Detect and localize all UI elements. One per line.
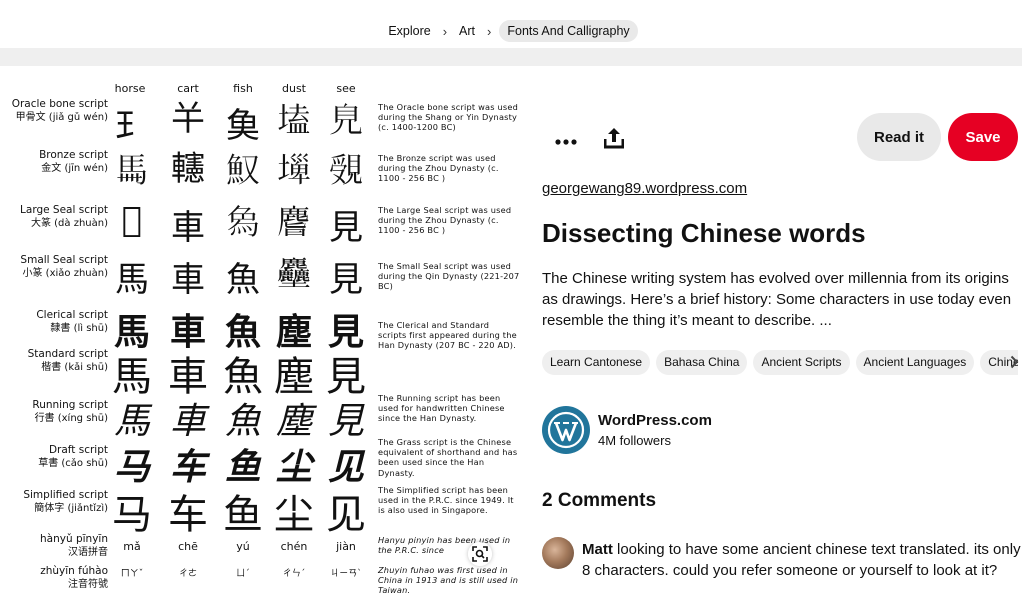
script-row-label: Running script 行書 (xíng shū) [32,399,108,424]
script-row-label: Draft script 草書 (cǎo shū) [38,444,108,469]
glyph: 𡏖 [277,101,311,141]
breadcrumb-explore[interactable]: Explore [384,20,434,42]
tag-chip[interactable]: Bahasa China [656,350,748,375]
glyph: 魚 [224,401,261,442]
script-description: The Oracle bone script was used during t… [378,102,518,133]
script-description: The Grass script is the Chinese equivale… [378,437,518,478]
script-description: The Simplified script has been used in t… [378,485,514,516]
glyph: ㄩˊ [236,569,250,579]
glyph: 𩵋 [226,106,260,146]
glyph: 塵 [275,401,312,442]
follower-count: 4M followers [598,433,671,448]
glyph: ㄐㄧㄢˋ [330,569,362,579]
glyph: 𤉢 [226,203,260,243]
glyph: yú [236,540,250,553]
share-upload-icon[interactable] [594,118,634,158]
chevron-right-icon: › [442,23,448,39]
breadcrumb-bar: Explore › Art › Fonts And Calligraphy [0,0,1022,48]
script-row-label: Standard script 楷書 (kǎi shū) [27,348,108,373]
breadcrumb-fonts-and-calligraphy[interactable]: Fonts And Calligraphy [499,20,638,42]
glyph: mǎ [123,540,141,553]
glyph: ㄇㄚˇ [120,569,144,579]
glyph: 見 [327,401,364,442]
creator-name[interactable]: WordPress.com [598,412,712,429]
breadcrumb: Explore › Art › Fonts And Calligraphy [0,20,1022,42]
script-row-label: hànyǔ pīnyīn 汉语拼音 [40,533,108,558]
glyph: ㄔㄣˊ [282,569,306,579]
comment-item: Matt looking to have some ancient chines… [582,539,1022,581]
glyph: 馬 [115,260,149,300]
glyph: 𢆉 [171,99,205,139]
tag-list: Learn Cantonese Bahasa China Ancient Scr… [542,350,1018,376]
glyph: 车 [168,492,208,538]
script-description: Zhuyin fuhao was first used in China in … [378,565,519,596]
tag-chip[interactable]: Learn Cantonese [542,350,651,375]
glyph: 𧠆 [329,101,363,141]
script-row-label: zhùyīn fúhào 注音符號 [40,565,108,590]
pin-image[interactable]: horse cart fish dust see Oracle bone scr… [0,66,528,608]
glyph: chē [178,540,198,553]
glyph: 𧡓 [329,151,363,191]
comments-header[interactable]: 2 Comments [542,490,656,512]
chevron-right-icon: › [487,23,492,39]
ellipsis-icon[interactable] [546,122,586,162]
script-description: The Small Seal script was used during th… [378,261,520,292]
column-header: horse [114,82,146,95]
script-row-label: Clerical script 隸書 (lì shū) [36,309,108,334]
glyph: 见 [326,492,366,538]
column-header: cart [177,82,199,95]
script-row-label: Large Seal script 大篆 (dà zhuàn) [20,204,108,229]
glyph: 車 [169,401,206,442]
save-button[interactable]: Save [948,113,1018,161]
script-description: The Large Seal script was used during th… [378,205,512,236]
glyph: 鱼 [223,492,263,538]
comment-text: looking to have some ancient chinese tex… [582,541,1021,579]
page-background [0,48,1022,66]
glyph: chén [280,540,308,553]
glyph: 𪋻 [277,255,311,295]
glyph: 𪊨 [277,203,311,243]
pin-description: The Chinese writing system has evolved o… [542,270,1012,329]
script-description: The Bronze script was used during the Zh… [378,153,499,184]
glyph: 車 [171,260,205,300]
glyph: 尘 [274,492,314,538]
glyph: 車 [171,208,205,248]
glyph: 見 [329,208,363,248]
glyph: 𩡧 [115,151,149,191]
glyph: 馬 [113,401,150,442]
comment-author[interactable]: Matt [582,541,613,558]
glyph: 𤣩 [115,106,149,146]
script-row-label: Bronze script 金文 (jīn wén) [39,149,108,174]
pin-title: Dissecting Chinese words [542,218,866,248]
read-it-button[interactable]: Read it [857,113,941,161]
script-description: The Running script has been used for han… [378,393,505,424]
glyph: 魚 [226,260,260,300]
glyph: ㄔㄜ [178,569,197,579]
script-description: The Clerical and Standard scripts first … [378,320,517,351]
column-header: dust [282,82,306,95]
glyph: 𢒅 [121,200,143,240]
breadcrumb-art[interactable]: Art [455,20,479,42]
glyph: 𡐕 [277,151,311,191]
glyph: 𩵎 [226,151,260,191]
glyph: jiàn [336,540,356,553]
script-row-label: Simplified script 簡体字 (jiǎntǐzì) [23,489,108,514]
chevron-right-icon[interactable] [1006,352,1022,372]
script-row-label: Small Seal script 小篆 (xiǎo zhuàn) [20,254,108,279]
glyph: 𨏥 [171,149,205,189]
script-row-label: Oracle bone script 甲骨文 (jiǎ gǔ wén) [11,98,108,123]
tag-chip[interactable]: Ancient Scripts [753,350,850,375]
avatar[interactable] [542,537,574,569]
glyph: 見 [329,260,363,300]
source-link[interactable]: georgewang89.wordpress.com [542,180,747,197]
script-description: Hanyu pinyin has been used in the P.R.C.… [378,535,511,556]
glyph: 马 [112,492,152,538]
column-header: see [336,82,356,95]
wordpress-logo-icon[interactable] [542,406,590,454]
visual-search-icon[interactable] [468,542,492,566]
tag-chip[interactable]: Ancient Languages [855,350,975,375]
pin-closeup-card: horse cart fish dust see Oracle bone scr… [0,66,1022,608]
pin-details-panel: Read it Save georgewang89.wordpress.com … [542,66,1022,608]
